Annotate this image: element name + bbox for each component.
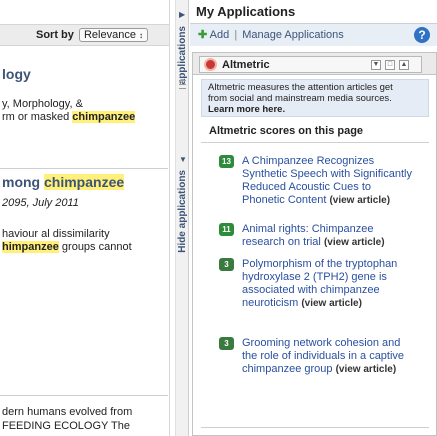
view-article-link[interactable]: (view article) [336,364,397,375]
add-link[interactable]: Add [210,29,230,41]
altmetric-score-badge: 3 [219,258,234,271]
widget-footer-divider [201,427,429,428]
applications-title: My Applications [190,4,437,24]
manage-applications-link[interactable]: Manage Applications [242,29,344,41]
result-2-text: groups cannot [58,241,132,253]
scores-section-title: Altmetric scores on this page [209,125,364,137]
result-1-line-2: rm or masked chimpanzee [2,111,136,123]
grip-icon [179,88,186,90]
altmetric-score-badge: 3 [219,337,234,350]
highlight-term: chimpanzee [72,111,136,123]
article-link[interactable]: Polymorphism of the tryptophan hydroxyla… [242,258,412,310]
grip-icon [179,84,186,86]
sort-select[interactable]: Relevance ↕ [78,28,148,42]
hide-applications-label: Hide applications [177,170,188,253]
select-arrows-icon: ↕ [138,31,143,40]
description-line-2: from social and mainstream media sources… [208,93,392,104]
result-2-line-2: himpanzee groups cannot [2,241,132,253]
widget-header: Altmetric ▼ □ ▲ [193,53,436,75]
widget-dropdown-icon[interactable]: ▼ [371,60,381,70]
altmetric-widget: Altmetric ▼ □ ▲ Altmetric measures the a… [192,52,437,436]
article-link[interactable]: Grooming network cohesion and the role o… [242,337,412,376]
result-1-text: rm or masked [2,111,73,123]
result-2-title-text: mong [2,174,44,190]
tab-apps-label: applications [177,26,188,85]
result-title-2[interactable]: mong chimpanzee [2,174,125,190]
description-line-1: Altmetric measures the attention article… [208,82,393,93]
result-3-line-1: dern humans evolved from [2,406,133,418]
hide-applications-tab[interactable]: ▶ applications ▼ Hide applications [175,0,189,436]
add-icon: ✚ [198,29,208,41]
section-divider [201,142,429,143]
widget-minimize-icon[interactable]: □ [385,60,395,70]
toolbar-divider: | [234,29,238,41]
grip-icon [179,80,186,82]
widget-title-bar: Altmetric ▼ □ ▲ [199,56,422,73]
sort-value: Relevance [83,29,136,41]
altmetric-score-badge: 13 [219,155,234,168]
result-divider [0,395,168,396]
learn-more-link[interactable]: Learn more here. [208,104,285,115]
result-divider [0,168,168,169]
altmetric-score-badge: 11 [219,223,234,236]
result-title-1[interactable]: logy [2,66,31,82]
result-2-citation: 2095, July 2011 [2,197,79,209]
search-results-panel: Sort by Relevance ↕ logy y, Morphology, &… [0,0,170,436]
applications-panel: My Applications ✚ Add | Manage Applicati… [190,0,437,436]
altmetric-logo-icon [204,58,217,71]
help-icon[interactable]: ? [414,27,430,43]
article-link[interactable]: A Chimpanzee Recognizes Synthetic Speech… [242,155,412,207]
widget-collapse-icon[interactable]: ▲ [399,60,409,70]
sort-bar: Sort by Relevance ↕ [0,24,169,46]
widget-title: Altmetric [222,59,270,71]
highlight-term: chimpanzee [44,174,125,190]
view-article-link[interactable]: (view article) [329,195,390,206]
collapse-arrow-icon: ▶ [179,10,186,19]
applications-toolbar: ✚ Add | Manage Applications [190,24,437,46]
highlight-term: himpanzee [2,241,59,253]
view-article-link[interactable]: (view article) [324,237,385,248]
view-article-link[interactable]: (view article) [301,298,362,309]
result-3-line-2: FEEDING ECOLOGY The [2,420,130,432]
result-1-line-1: y, Morphology, & [2,98,83,110]
article-link[interactable]: Animal rights: Chimpanzee research on tr… [242,223,412,249]
collapse-arrow-icon: ▼ [179,155,187,164]
sort-label: Sort by [36,29,74,41]
altmetric-description: Altmetric measures the attention article… [201,79,429,117]
result-2-line-1: haviour al dissimilarity [2,228,110,240]
